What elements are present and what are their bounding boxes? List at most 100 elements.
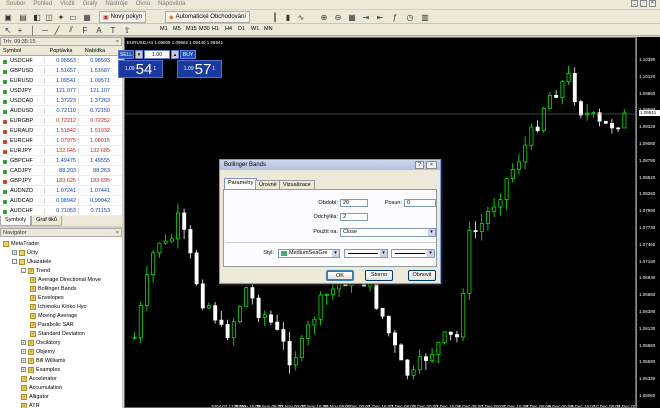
quote-row[interactable]: EURAUD 1.51842 1.51932	[0, 126, 122, 136]
zoom-out-icon[interactable]: ⊖	[333, 12, 343, 22]
navigator-item[interactable]: f Parabolic SAR	[30, 320, 74, 329]
buy-price[interactable]: 1.09 57 1	[177, 60, 222, 78]
tab-visualization[interactable]: Vizualizace	[279, 180, 315, 189]
horizontal-line-icon[interactable]: ─	[40, 25, 50, 35]
navigator-item[interactable]: f Standard Deviation	[30, 329, 85, 338]
close-icon[interactable]: ×	[649, 0, 656, 7]
text-label-icon[interactable]: T	[108, 25, 118, 35]
close-icon[interactable]: ×	[116, 230, 119, 236]
navigator-item[interactable]: f ATR	[21, 401, 40, 408]
bar-chart-icon[interactable]: ┃	[270, 12, 280, 22]
periods-icon[interactable]: ◷	[405, 12, 415, 22]
expand-icon[interactable]: +	[21, 367, 26, 372]
line-style-select[interactable]	[344, 249, 388, 258]
shift-input[interactable]: 0	[404, 199, 436, 207]
navigator-item[interactable]: f Accumulation	[21, 383, 62, 392]
navigator-item[interactable]: + f Oscilátory	[21, 338, 60, 347]
quote-row[interactable]: CADJPY 88.203 88.263	[0, 166, 122, 176]
tab-symbols[interactable]: Symboly	[0, 216, 32, 226]
fibonacci-icon[interactable]: F	[80, 25, 90, 35]
auto-trading-button[interactable]: ◆ Automatické Obchodování	[165, 11, 250, 23]
line-chart-icon[interactable]: ∿	[296, 12, 306, 22]
quote-row[interactable]: GBPJPY 183.625 183.695	[0, 176, 122, 186]
auto-scroll-icon[interactable]: ⇥	[361, 12, 371, 22]
quote-row[interactable]: USDCAD 1.37223 1.37263	[0, 96, 122, 106]
profiles-icon[interactable]: ▤	[18, 12, 28, 22]
market-watch-icon[interactable]: ◧	[32, 12, 42, 22]
buy-button[interactable]: BUY	[180, 50, 196, 59]
apply-to-select[interactable]: Close	[340, 228, 436, 237]
templates-icon[interactable]: ▥	[420, 12, 430, 22]
new-order-button[interactable]: ▣ Nový pokyn	[99, 11, 147, 23]
tab-tick-chart[interactable]: Graf tiků	[31, 216, 62, 226]
navigator-item[interactable]: + f Bill Williams	[21, 356, 65, 365]
ok-button[interactable]: OK	[326, 270, 354, 281]
timeframe-m30[interactable]: M30	[199, 26, 210, 32]
quote-row[interactable]: AUDCAD 0.98942 0.99042	[0, 196, 122, 206]
menu-item[interactable]: Okno	[132, 0, 154, 9]
collapse-icon[interactable]: -	[12, 259, 17, 264]
navigator-item[interactable]: f Bollinger Bands	[30, 284, 77, 293]
quote-row[interactable]: AUDNZD 1.07241 1.07441	[0, 186, 122, 196]
style-color-select[interactable]: MediumSeaGre	[278, 249, 340, 258]
close-icon[interactable]: ×	[116, 39, 119, 45]
expand-icon[interactable]: +	[21, 340, 26, 345]
navigator-item[interactable]: f Average Directional Move	[30, 275, 101, 284]
chart-shift-icon[interactable]: ⇤	[375, 12, 385, 22]
timeframe-d1[interactable]: D1	[238, 26, 245, 32]
navigator-icon[interactable]: ✦	[56, 12, 66, 22]
timeframe-m5[interactable]: M5	[173, 26, 181, 32]
timeframe-m1[interactable]: M1	[160, 26, 168, 32]
new-chart-icon[interactable]: ▣	[3, 12, 13, 22]
navigator-item[interactable]: - Ukazatele	[12, 257, 51, 266]
tile-windows-icon[interactable]: ▦	[347, 12, 357, 22]
quote-row[interactable]: AUDCHF 0.71053 0.71153	[0, 206, 122, 216]
data-window-icon[interactable]: ◫	[44, 12, 54, 22]
minimize-icon[interactable]: _	[631, 0, 638, 7]
timeframe-h4[interactable]: H4	[225, 26, 232, 32]
arrow-tool-icon[interactable]: ⇧	[122, 25, 132, 35]
navigator-item[interactable]: f Envelopes	[30, 293, 64, 302]
timeframe-mn[interactable]: MN	[264, 26, 273, 32]
candlestick-icon[interactable]: ▮	[283, 12, 293, 22]
menu-item[interactable]: Grafy	[79, 0, 102, 9]
quote-row[interactable]: EURJPY 132.645 132.685	[0, 146, 122, 156]
crosshair-icon[interactable]: +	[15, 25, 25, 35]
text-tool-icon[interactable]: A	[94, 25, 104, 35]
tab-parameters[interactable]: Parametry	[224, 178, 258, 189]
quote-row[interactable]: GBPUSD 1.51657 1.51687	[0, 66, 122, 76]
menu-item[interactable]: Pohled	[29, 0, 56, 9]
navigator-item[interactable]: f Accelerator	[21, 374, 57, 383]
close-icon[interactable]: ×	[426, 161, 437, 169]
navigator-item[interactable]: f Ichimoku Kinko Hyo	[30, 302, 87, 311]
menu-item[interactable]: Nápověda	[154, 0, 189, 9]
terminal-icon[interactable]: ▭	[68, 12, 78, 22]
quote-row[interactable]: GBPCHF 1.49475 1.49555	[0, 156, 122, 166]
column-bid[interactable]: Poptávka	[44, 48, 78, 54]
quote-row[interactable]: EURCHF 1.07975 1.08015	[0, 136, 122, 146]
indicators-icon[interactable]: ƒ	[390, 12, 400, 22]
menu-item[interactable]: Soubor	[2, 0, 29, 9]
quote-row[interactable]: USDCHF 0.98563 0.98593	[0, 56, 122, 66]
column-ask[interactable]: Nabídka	[78, 48, 112, 54]
quote-row[interactable]: EURUSD 1.09541 1.09571	[0, 76, 122, 86]
trendline-icon[interactable]: ╱	[52, 25, 62, 35]
quote-row[interactable]: AUDUSD 0.72110 0.72150	[0, 106, 122, 116]
navigator-item[interactable]: f Alligator	[21, 392, 49, 401]
reset-button[interactable]: Obnovit	[408, 270, 436, 281]
timeframe-h1[interactable]: H1	[212, 26, 219, 32]
expand-icon[interactable]: +	[21, 358, 26, 363]
navigator-item[interactable]: + f Objemy	[21, 347, 55, 356]
navigator-item[interactable]: + Účty	[12, 248, 38, 257]
timeframe-m15[interactable]: M15	[186, 26, 197, 32]
menu-item[interactable]: Vložit	[56, 0, 79, 9]
sell-price[interactable]: 1.09 54 1	[118, 60, 163, 78]
menu-item[interactable]: Nástroje	[101, 0, 131, 9]
tab-levels[interactable]: Úrovně	[255, 180, 281, 189]
help-icon[interactable]: ?	[415, 161, 424, 169]
collapse-icon[interactable]: -	[21, 268, 26, 273]
line-width-select[interactable]	[391, 249, 435, 258]
quote-row[interactable]: USDJPY 121.077 121.107	[0, 86, 122, 96]
channel-icon[interactable]: ⫽	[66, 25, 76, 35]
lot-down-button[interactable]: ▾	[135, 50, 143, 59]
